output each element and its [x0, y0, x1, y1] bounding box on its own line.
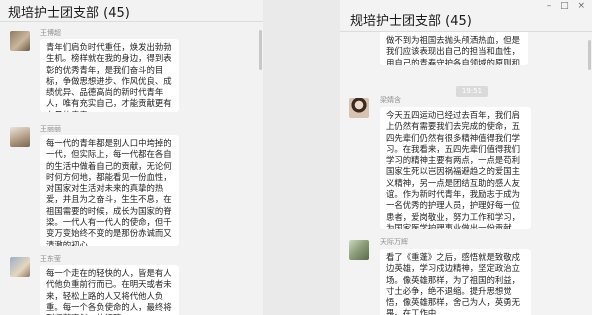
sender-name: 王博超 [40, 29, 61, 37]
sender-name: 王东莹 [40, 255, 61, 263]
message-bubble[interactable]: 每一代的青年都是别人口中垮掉的一代，但实际上，每一代都在各自的生活中做着自己的贡… [40, 135, 179, 246]
avatar[interactable] [349, 98, 369, 118]
window-controls[interactable]: – □ × [547, 1, 588, 11]
message-bubble[interactable]: 看了《重蓬》之后，感悟就是致敬戍边英雄，学习戍边精神，坚定政治立场。像英雄那样，… [380, 249, 531, 315]
sender-name: 王丽丽 [40, 125, 61, 133]
background-gap [263, 0, 340, 315]
timestamp: 19:51 [456, 86, 488, 97]
message-bubble[interactable]: 做不到为祖国去抛头颅洒热血，但是我们应该表现出自己的担当和血性，用自己的青春守护… [380, 32, 528, 65]
message-bubble[interactable]: 青年们肩负时代重任，焕发出勃勃生机。榜样就在我的身边，得到表彰的优秀青年，是我们… [40, 39, 179, 112]
avatar[interactable] [10, 31, 30, 51]
sender-name: 天际万辉 [380, 238, 408, 246]
message-bubble[interactable]: 今天五四运动已经过去百年，我们肩上仍然有需要我们去完成的使命，五四先辈们仍然有很… [380, 107, 531, 229]
chat-title: 规培护士团支部 (45) [8, 6, 130, 21]
sender-name: 梁婧含 [380, 96, 401, 104]
scrollbar[interactable] [259, 30, 262, 70]
avatar[interactable] [349, 240, 369, 260]
chat-window-left: 规培护士团支部 (45) 王博超 青年们肩负时代重任，焕发出勃勃生机。榜样就在我… [0, 0, 263, 315]
avatar[interactable] [10, 257, 30, 277]
chat-window-right: 规培护士团支部 (45) – □ × 做不到为祖国去抛头颅洒热血，但是我们应该表… [340, 0, 592, 315]
header-divider [0, 21, 263, 22]
message-bubble[interactable]: 每一个走在的轻快的人，皆是有人代他负重前行而已。在明天或者未来，轻松上路的人又将… [40, 265, 179, 315]
scrollbar[interactable] [588, 40, 591, 70]
chat-title: 规培护士团支部 (45) [350, 14, 472, 29]
avatar[interactable] [10, 127, 30, 147]
